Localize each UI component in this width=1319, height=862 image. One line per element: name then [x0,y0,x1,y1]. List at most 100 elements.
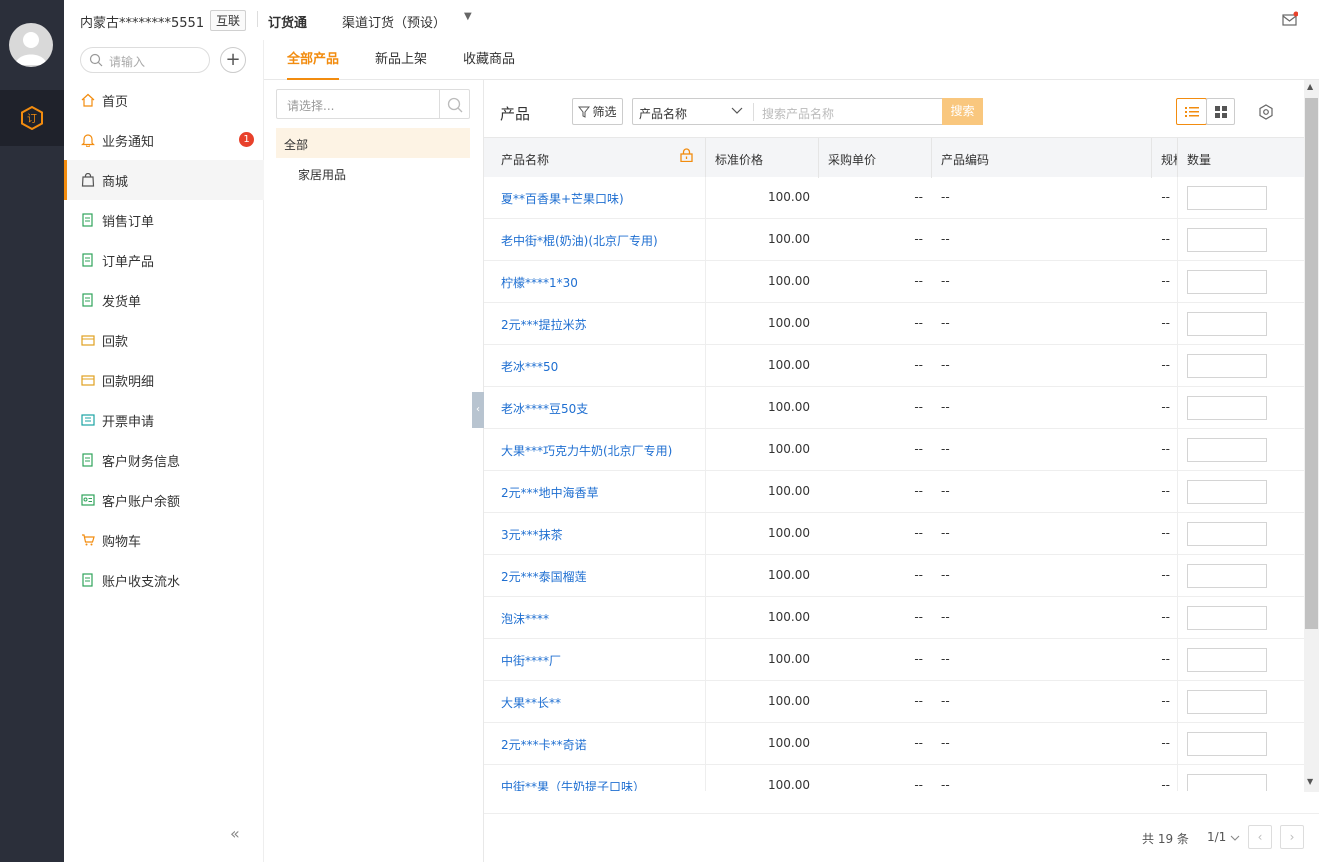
filter-button[interactable]: 筛选 [572,98,623,125]
category-select[interactable]: 请选择... [276,89,470,119]
quantity-input[interactable] [1187,228,1267,252]
sidebar-item[interactable]: 商城 [64,160,264,200]
quantity-input[interactable] [1187,690,1267,714]
prev-page-button[interactable]: ‹ [1248,825,1272,849]
sidebar-item[interactable]: 业务通知 1 [64,120,264,160]
quantity-input[interactable] [1187,480,1267,504]
scroll-down-icon[interactable]: ▼ [1307,777,1313,786]
scrollbar[interactable]: ▲ ▼ [1304,80,1319,792]
lock-icon[interactable] [680,148,693,166]
collapse-icon[interactable]: « [230,824,240,843]
collapse-panel-handle[interactable]: ‹ [472,392,484,428]
settings-icon[interactable] [1258,104,1274,124]
quantity-input[interactable] [1187,774,1267,791]
quantity-input[interactable] [1187,186,1267,210]
product-name-link[interactable]: 中街****厂 [501,652,561,669]
tab-favorites[interactable]: 收藏商品 [463,40,515,80]
scroll-up-icon[interactable]: ▲ [1307,82,1313,91]
quantity-input[interactable] [1187,270,1267,294]
category-item-home[interactable]: 家居用品 [276,158,470,188]
sidebar-item[interactable]: 开票申请 [64,400,264,440]
product-name-link[interactable]: 中街**果（牛奶提子口味） [501,778,645,791]
product-code: -- [941,484,950,498]
bag-icon [81,172,95,187]
chevron-down-icon[interactable]: ▼ [464,11,472,22]
product-name-link[interactable]: 柠檬****1*30 [501,274,578,291]
product-name-link[interactable]: 大果**长** [501,694,561,711]
product-name-link[interactable]: 2元***地中海香草 [501,484,599,501]
product-name-link[interactable]: 夏**百香果+芒果口味) [501,190,624,207]
product-spec: -- [1161,778,1170,791]
sidebar-item[interactable]: 购物车 [64,520,264,560]
sidebar-item[interactable]: 订单产品 [64,240,264,280]
sidebar-item[interactable]: 客户财务信息 [64,440,264,480]
page-select[interactable]: 1/1 [1207,830,1226,844]
quantity-input[interactable] [1187,648,1267,672]
channel-select[interactable]: 渠道订货（预设） [342,12,446,31]
cart-icon [81,533,95,547]
product-name-link[interactable]: 大果***巧克力牛奶(北京厂专用) [501,442,672,459]
sidebar: 请输入 + 首页 业务通知 1 商城 销售订单 订单产品 发货单 回款回款明细开票申请 客户财务… [64,40,264,862]
search-field-select[interactable]: 产品名称 [639,105,687,122]
quantity-input[interactable] [1187,522,1267,546]
quantity-input[interactable] [1187,396,1267,420]
sidebar-search[interactable]: 请输入 [80,47,210,73]
product-name-link[interactable]: 泡沫**** [501,610,549,627]
scrollbar-thumb[interactable] [1305,98,1318,629]
product-name-link[interactable]: 2元***卡**奇诺 [501,736,587,753]
sidebar-item[interactable]: 账户收支流水 [64,560,264,600]
product-code: -- [941,652,950,666]
product-price: 100.00 [768,568,810,582]
product-price: 100.00 [768,442,810,456]
chevron-down-icon[interactable] [1230,832,1240,847]
product-name-link[interactable]: 老冰****豆50支 [501,400,588,417]
product-name-link[interactable]: 2元***提拉米苏 [501,316,587,333]
sidebar-search-placeholder: 请输入 [109,55,146,69]
product-code: -- [941,526,950,540]
column-divider[interactable] [931,138,932,178]
product-name-link[interactable]: 2元***泰国榴莲 [501,568,587,585]
rail-app-ordering[interactable]: 订 [0,90,64,146]
sidebar-item[interactable]: 回款 [64,320,264,360]
category-item-all[interactable]: 全部 [276,128,470,158]
grid-view-button[interactable] [1206,98,1235,125]
quantity-input[interactable] [1187,606,1267,630]
next-page-button[interactable]: › [1280,825,1304,849]
product-price: 100.00 [768,484,810,498]
sidebar-item[interactable]: 销售订单 [64,200,264,240]
tab-all-products[interactable]: 全部产品 [287,40,340,80]
message-icon[interactable] [1282,11,1299,31]
quantity-input[interactable] [1187,732,1267,756]
sidebar-item[interactable]: 回款明细 [64,360,264,400]
search-button[interactable]: 搜索 [942,98,983,125]
quantity-input[interactable] [1187,564,1267,588]
list-view-button[interactable] [1176,98,1207,125]
column-divider[interactable] [818,138,819,178]
tab-new-products[interactable]: 新品上架 [375,40,427,80]
sidebar-item-label: 账户收支流水 [102,574,181,590]
search-input[interactable]: 搜索产品名称 [762,105,834,122]
product-name-link[interactable]: 3元***抹茶 [501,526,563,543]
avatar[interactable] [9,23,53,67]
product-name-link[interactable]: 老中街*棍(奶油)(北京厂专用) [501,232,658,249]
ordering-app-icon: 订 [21,106,43,130]
sidebar-item[interactable]: 首页 [64,80,264,120]
add-icon[interactable]: + [220,47,246,73]
sidebar-item[interactable]: 客户账户余额 [64,480,264,520]
quantity-input[interactable] [1187,312,1267,336]
category-item-label: 全部 [284,138,309,152]
chevron-down-icon[interactable] [731,104,743,120]
column-divider[interactable] [705,138,706,178]
column-divider[interactable] [1151,138,1152,178]
sidebar-item[interactable]: 发货单 [64,280,264,320]
product-spec: -- [1161,232,1170,246]
product-unit-price: -- [914,694,923,708]
search-icon[interactable] [447,97,463,117]
product-price: 100.00 [768,190,810,204]
product-name-link[interactable]: 老冰***50 [501,358,558,375]
table-row: 中街****厂 100.00 -- -- -- [484,639,1304,681]
sidebar-item-label: 回款明细 [102,374,155,390]
quantity-input[interactable] [1187,354,1267,378]
column-divider[interactable] [1177,138,1178,178]
quantity-input[interactable] [1187,438,1267,462]
